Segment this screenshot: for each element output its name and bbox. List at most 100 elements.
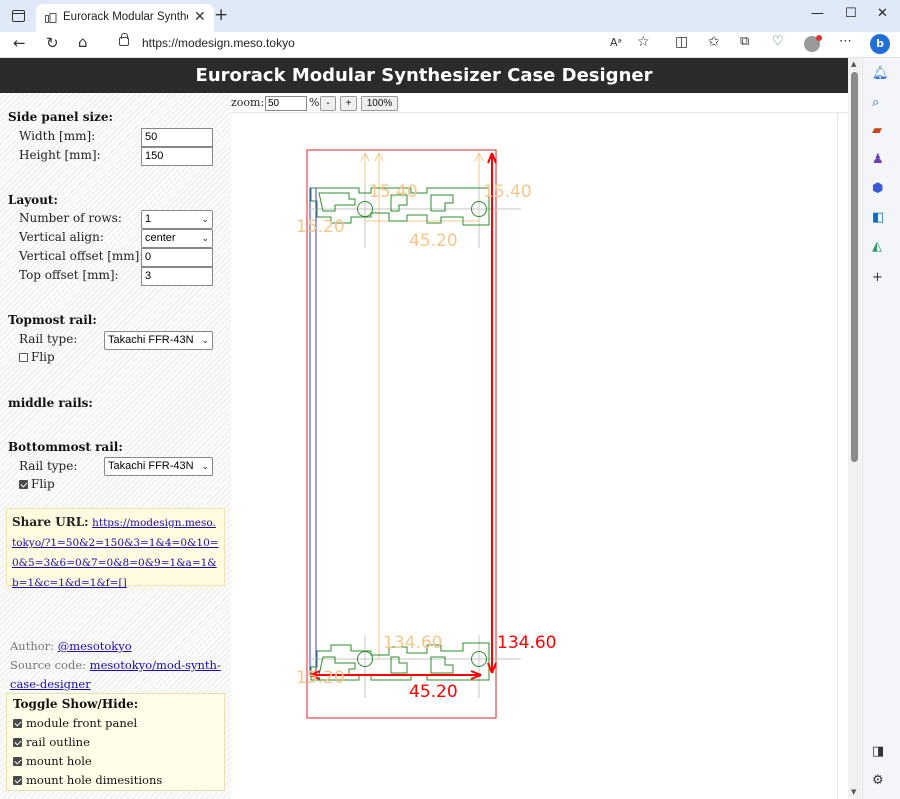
- voffset-input[interactable]: 0: [141, 248, 213, 267]
- close-window-icon[interactable]: ✕: [877, 6, 888, 21]
- rows-select[interactable]: 1 ⌄: [141, 210, 213, 229]
- bottom-rail-type-value: Takachi FFR-43N: [108, 460, 194, 472]
- settings-gear-icon[interactable]: ⚙: [872, 773, 884, 788]
- scroll-down-icon[interactable]: ▼: [851, 788, 856, 796]
- scrollbar-thumb[interactable]: [851, 72, 858, 462]
- add-sidebar-app-icon[interactable]: +: [872, 270, 883, 285]
- page-title: Eurorack Modular Synthesizer Case Design…: [195, 65, 653, 86]
- read-aloud-icon[interactable]: Aᵃ: [610, 36, 622, 49]
- mount-hole-checkbox[interactable]: [13, 757, 22, 766]
- voffset-label: Vertical offset [mm]:: [19, 249, 144, 263]
- lock-icon: [119, 33, 129, 46]
- zoom-out-button[interactable]: -: [320, 96, 336, 111]
- copilot-icon[interactable]: b: [870, 34, 890, 54]
- mount-hole-label: mount hole: [26, 754, 92, 768]
- dim-bottom-strong: 134.60: [497, 633, 556, 653]
- bottommost-rail-heading: Bottommost rail:: [8, 440, 123, 454]
- dim-bottom-offset: 15.20: [296, 668, 345, 688]
- toffset-input[interactable]: 3: [141, 267, 213, 286]
- browser-tab[interactable]: Eurorack Modular Synthesizer Case Design…: [36, 4, 214, 32]
- toggle-visibility-box: Toggle Show/Hide: module front panel rai…: [6, 693, 225, 791]
- mount-hole-dims-label: mount hole dimesitions: [26, 773, 163, 787]
- chevron-down-icon: ⌄: [201, 335, 209, 345]
- chevron-down-icon: ⌄: [201, 214, 209, 224]
- canvas-divider: [837, 113, 838, 799]
- toffset-label: Top offset [mm]:: [19, 268, 119, 282]
- middle-rails-heading: middle rails:: [8, 396, 93, 410]
- tools-icon[interactable]: ▰: [872, 123, 882, 138]
- side-panel-heading: Side panel size:: [8, 110, 113, 124]
- window-menu-icon[interactable]: [12, 10, 25, 22]
- case-drawing[interactable]: 15.40 15.40 15.20 45.20 134.60 134.60 15…: [231, 113, 837, 799]
- favorite-star-icon[interactable]: ☆: [637, 34, 650, 50]
- maximize-icon[interactable]: ☐: [845, 6, 857, 21]
- width-label: Width [mm]:: [19, 129, 96, 143]
- valign-select[interactable]: center ⌄: [141, 229, 213, 248]
- source-code-label: Source code:: [10, 658, 87, 672]
- author-link[interactable]: @mesotokyo: [58, 639, 132, 653]
- outlook-icon[interactable]: ◧: [872, 210, 884, 225]
- toggle-rail-outline[interactable]: rail outline: [13, 735, 90, 749]
- bottom-rail-type-select[interactable]: Takachi FFR-43N ⌄: [104, 457, 213, 476]
- valign-select-value: center: [145, 232, 176, 244]
- notification-bell-icon[interactable]: 🔔︎: [872, 66, 889, 81]
- chevron-down-icon: ⌄: [201, 233, 209, 243]
- author-label: Author:: [10, 639, 55, 653]
- height-label: Height [mm]:: [19, 148, 101, 162]
- split-screen-icon[interactable]: ◫: [675, 34, 688, 50]
- drop-icon[interactable]: ◭: [872, 239, 882, 254]
- layout-heading: Layout:: [8, 193, 58, 207]
- url-text[interactable]: https://modesign.meso.tokyo: [142, 36, 295, 50]
- share-url-box: Share URL: https://modesign.meso.tokyo/?…: [6, 508, 225, 589]
- top-rail-type-label: Rail type:: [19, 332, 78, 346]
- scroll-up-icon[interactable]: ▲: [851, 60, 856, 68]
- width-input[interactable]: 50: [141, 128, 213, 147]
- reload-icon[interactable]: ↻: [46, 34, 59, 52]
- profile-avatar[interactable]: [804, 35, 822, 52]
- collections-icon[interactable]: ⧉: [740, 34, 749, 49]
- search-icon[interactable]: ⌕: [872, 95, 879, 110]
- new-tab-button[interactable]: +: [214, 5, 228, 25]
- page-header: Eurorack Modular Synthesizer Case Design…: [0, 58, 848, 93]
- valign-label: Vertical align:: [19, 230, 104, 244]
- edge-sidebar: [862, 58, 900, 799]
- zoom-in-button[interactable]: +: [340, 96, 357, 111]
- home-icon[interactable]: ⌂: [78, 33, 88, 51]
- sidebar-toggle-icon[interactable]: ◨: [872, 744, 884, 759]
- height-input[interactable]: 150: [141, 147, 213, 166]
- zoom-label: zoom:: [231, 96, 265, 109]
- rows-label: Number of rows:: [19, 211, 122, 225]
- share-url-label: Share URL:: [12, 515, 89, 529]
- games-icon[interactable]: ♟: [872, 152, 884, 167]
- toggle-mount-hole[interactable]: mount hole: [13, 754, 92, 768]
- microsoft365-icon[interactable]: ⬢: [872, 181, 883, 196]
- top-flip-checkbox[interactable]: [19, 353, 28, 362]
- chevron-down-icon: ⌄: [201, 461, 209, 471]
- front-panel-label: module front panel: [26, 716, 138, 730]
- front-panel-checkbox[interactable]: [13, 719, 22, 728]
- back-icon[interactable]: ←: [13, 34, 26, 52]
- tab-title: Eurorack Modular Synthesizer Case Design…: [63, 11, 188, 23]
- page-favicon-icon: [45, 13, 57, 23]
- browser-essentials-icon[interactable]: ♡: [772, 34, 784, 49]
- bottom-flip-checkbox[interactable]: [19, 480, 28, 489]
- rail-outline-checkbox[interactable]: [13, 738, 22, 747]
- top-rail-type-select[interactable]: Takachi FFR-43N ⌄: [104, 331, 213, 350]
- tab-close-icon[interactable]: ✕: [194, 9, 206, 25]
- toggle-mount-hole-dims[interactable]: mount hole dimesitions: [13, 773, 162, 787]
- minimize-icon[interactable]: —: [811, 6, 824, 21]
- zoom-input[interactable]: 50: [265, 96, 307, 111]
- module-front-panel: [309, 187, 317, 676]
- browser-toolbar: ← ↻ ⌂ Aᵃ ☆ ◫ ✩ ⧉ ♡ ⋯: [0, 32, 900, 58]
- toggle-front-panel[interactable]: module front panel: [13, 716, 137, 730]
- dim-top-offset: 15.20: [296, 217, 345, 237]
- dim-bottom-light: 134.60: [383, 633, 442, 653]
- rows-select-value: 1: [145, 213, 152, 225]
- bottom-rail-type-label: Rail type:: [19, 459, 78, 473]
- more-options-icon[interactable]: ⋯: [839, 34, 852, 49]
- browser-tab-bar: Eurorack Modular Synthesizer Case Design…: [0, 0, 900, 32]
- mount-hole-dims-checkbox[interactable]: [13, 776, 22, 785]
- dim-top-left: 15.40: [369, 182, 418, 202]
- favorites-icon[interactable]: ✩: [708, 34, 720, 50]
- zoom-reset-button[interactable]: 100%: [361, 96, 398, 111]
